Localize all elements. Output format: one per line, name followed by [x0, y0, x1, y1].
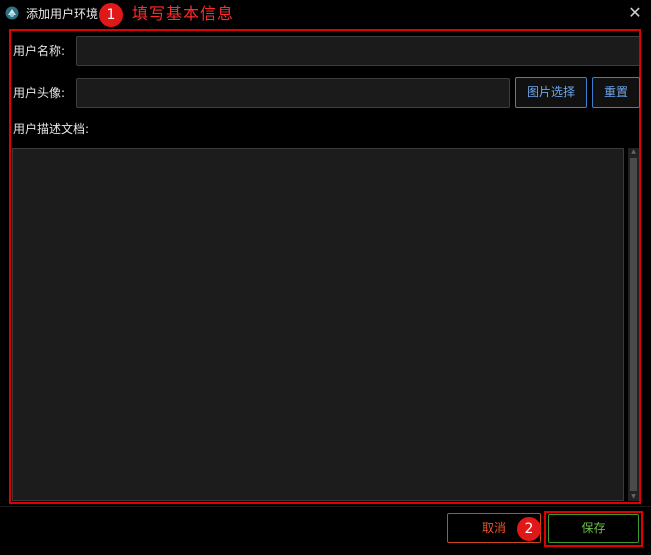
window-title: 添加用户环境	[26, 7, 99, 21]
user-description-label: 用户描述文档:	[13, 122, 90, 136]
user-description-textarea[interactable]	[12, 148, 624, 501]
step-2-badge: 2	[517, 517, 541, 541]
user-name-label: 用户名称:	[13, 44, 66, 58]
scroll-thumb[interactable]	[630, 158, 637, 491]
title-bar: 添加用户环境 ✕	[0, 0, 651, 28]
step-1-badge: 1	[99, 3, 123, 27]
step-1-annotation: 填写基本信息	[132, 4, 235, 23]
footer-divider	[0, 506, 651, 507]
close-icon[interactable]: ✕	[624, 2, 646, 24]
user-avatar-label: 用户头像:	[13, 86, 66, 100]
description-scrollbar[interactable]: ▲ ▼	[628, 148, 639, 501]
app-logo-icon	[5, 6, 19, 20]
user-avatar-input[interactable]	[76, 78, 510, 108]
scroll-up-icon[interactable]: ▲	[628, 148, 639, 156]
user-name-input[interactable]	[76, 36, 640, 66]
scroll-down-icon[interactable]: ▼	[628, 493, 639, 501]
choose-image-button[interactable]: 图片选择	[515, 77, 587, 108]
save-button[interactable]: 保存	[548, 514, 639, 543]
reset-button[interactable]: 重置	[592, 77, 640, 108]
